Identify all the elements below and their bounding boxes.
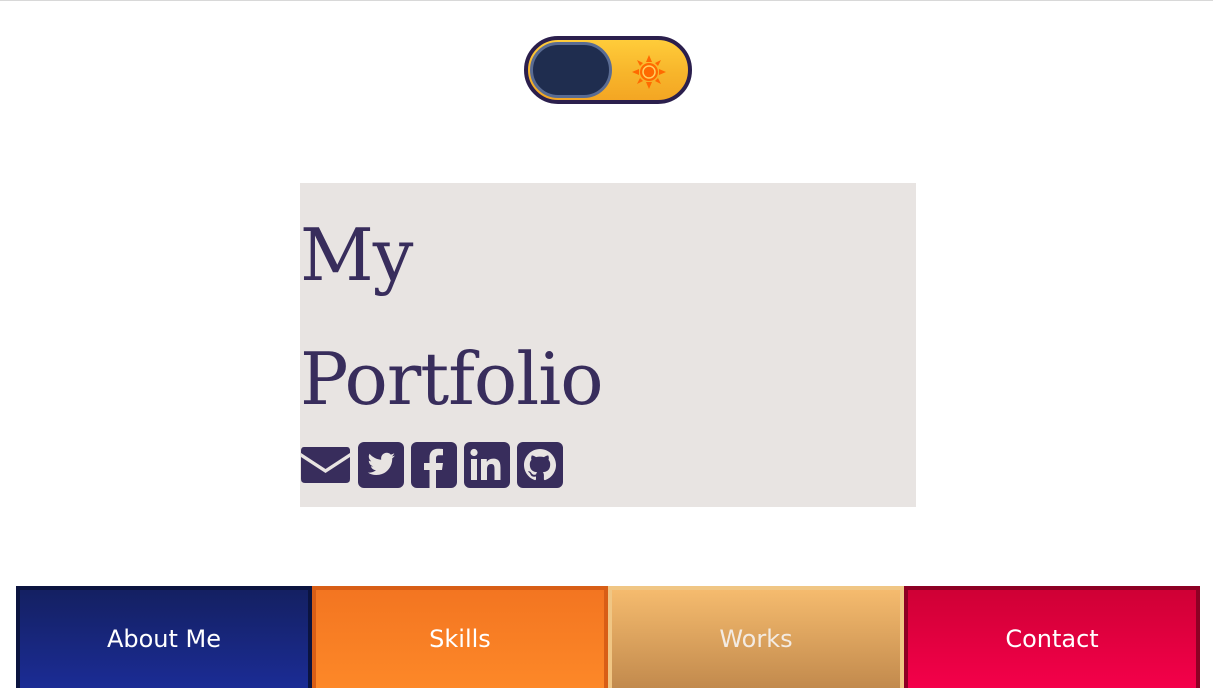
top-divider [0, 0, 1213, 1]
twitter-icon [358, 442, 404, 488]
hero-card: My Portfolio [300, 183, 916, 507]
nav-about-me-button[interactable]: About Me [16, 586, 312, 688]
facebook-icon [411, 442, 457, 488]
toggle-knob[interactable] [530, 42, 612, 98]
email-icon [301, 447, 350, 483]
social-links [300, 442, 563, 488]
linkedin-link[interactable] [464, 442, 510, 488]
main-nav: About Me Skills Works Contact [16, 586, 1200, 688]
linkedin-icon [464, 442, 510, 488]
page-title: My Portfolio [300, 193, 604, 441]
title-line-2: Portfolio [300, 337, 604, 421]
github-link[interactable] [517, 442, 563, 488]
email-link[interactable] [300, 442, 351, 488]
sun-icon [632, 55, 666, 89]
nav-skills-button[interactable]: Skills [312, 586, 608, 688]
twitter-link[interactable] [358, 442, 404, 488]
title-line-1: My [300, 213, 413, 297]
facebook-link[interactable] [411, 442, 457, 488]
theme-toggle[interactable] [524, 36, 692, 104]
nav-works-button[interactable]: Works [608, 586, 904, 688]
github-icon [517, 442, 563, 488]
nav-contact-button[interactable]: Contact [904, 586, 1200, 688]
